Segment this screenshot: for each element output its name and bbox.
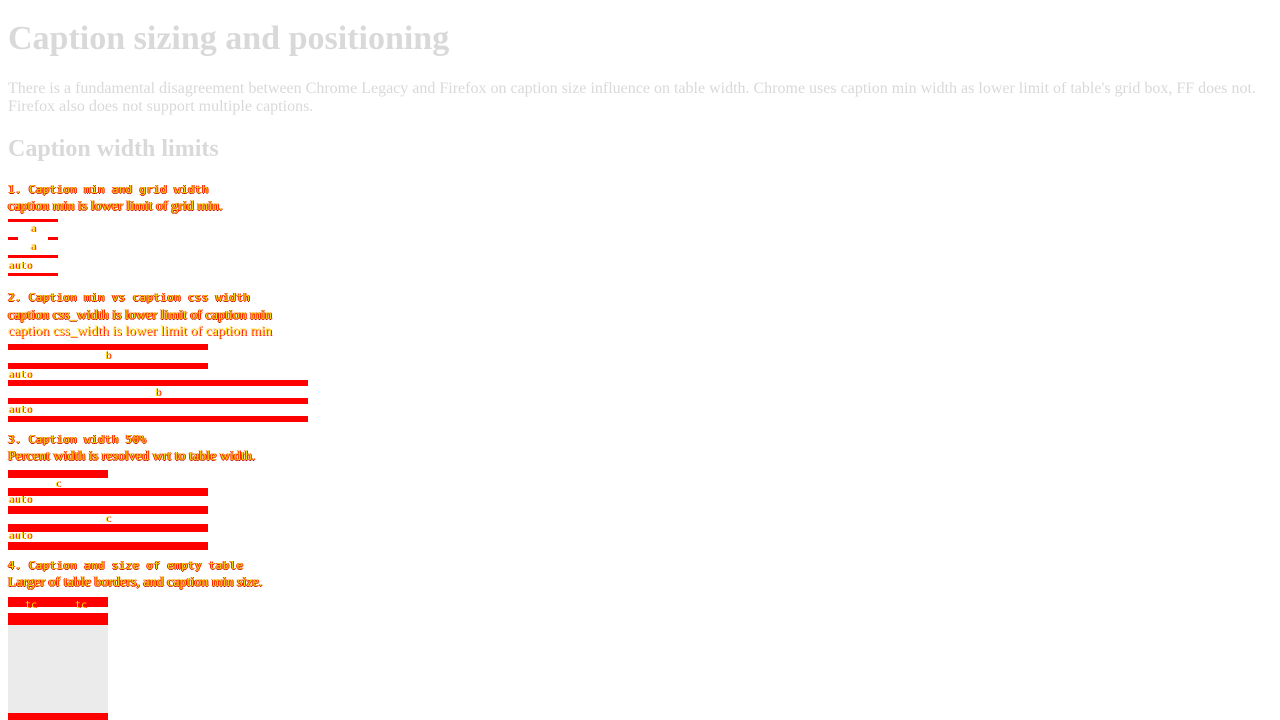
test-2-description: caption css_width is lower limit of capt…	[8, 308, 273, 323]
table-cell: tc	[25, 600, 38, 611]
table-border	[8, 219, 58, 222]
table-border	[8, 470, 108, 478]
caption-label: auto	[8, 495, 33, 506]
table-border	[8, 613, 108, 625]
table-border	[8, 255, 58, 258]
section-title: Caption width limits	[8, 136, 219, 162]
table-border	[8, 542, 208, 550]
table-border	[48, 237, 58, 240]
table-border	[8, 380, 308, 386]
test-1-description: caption min is lower limit of grid min.	[8, 199, 223, 214]
test-1-heading: 1. Caption min and grid width	[8, 183, 209, 196]
caption-label: auto	[8, 405, 33, 416]
caption-label: auto	[8, 531, 33, 542]
table-border	[8, 237, 18, 240]
table-cell: b	[105, 351, 112, 362]
test-2-heading: 2. Caption min vs caption css width	[8, 291, 251, 304]
test-3-description: Percent width is resolved wrt to table w…	[8, 449, 256, 464]
table-border	[8, 524, 208, 532]
intro-paragraph: There is a fundamental disagreement betw…	[8, 80, 1256, 115]
table-border	[8, 398, 308, 404]
table-border	[8, 363, 208, 369]
table-cell: a	[30, 224, 37, 235]
table-border	[8, 713, 108, 720]
table-border	[8, 273, 58, 276]
table-cell: a	[30, 242, 37, 253]
page-title: Caption sizing and positioning	[8, 20, 450, 57]
test-2-description-echo: caption css_width is lower limit of capt…	[8, 324, 273, 339]
table-cell: tc	[75, 600, 88, 611]
table-border	[8, 506, 208, 514]
test-3-heading: 3. Caption width 50%	[8, 433, 147, 446]
empty-table-box	[8, 625, 108, 713]
table-border	[8, 488, 208, 496]
test-4-heading: 4. Caption and size of empty table	[8, 559, 244, 572]
caption-label: auto	[8, 261, 33, 272]
table-border	[8, 344, 208, 350]
table-border	[8, 416, 308, 422]
table-border	[8, 597, 108, 607]
test-4-description: Larger of table borders, and caption min…	[8, 575, 263, 590]
